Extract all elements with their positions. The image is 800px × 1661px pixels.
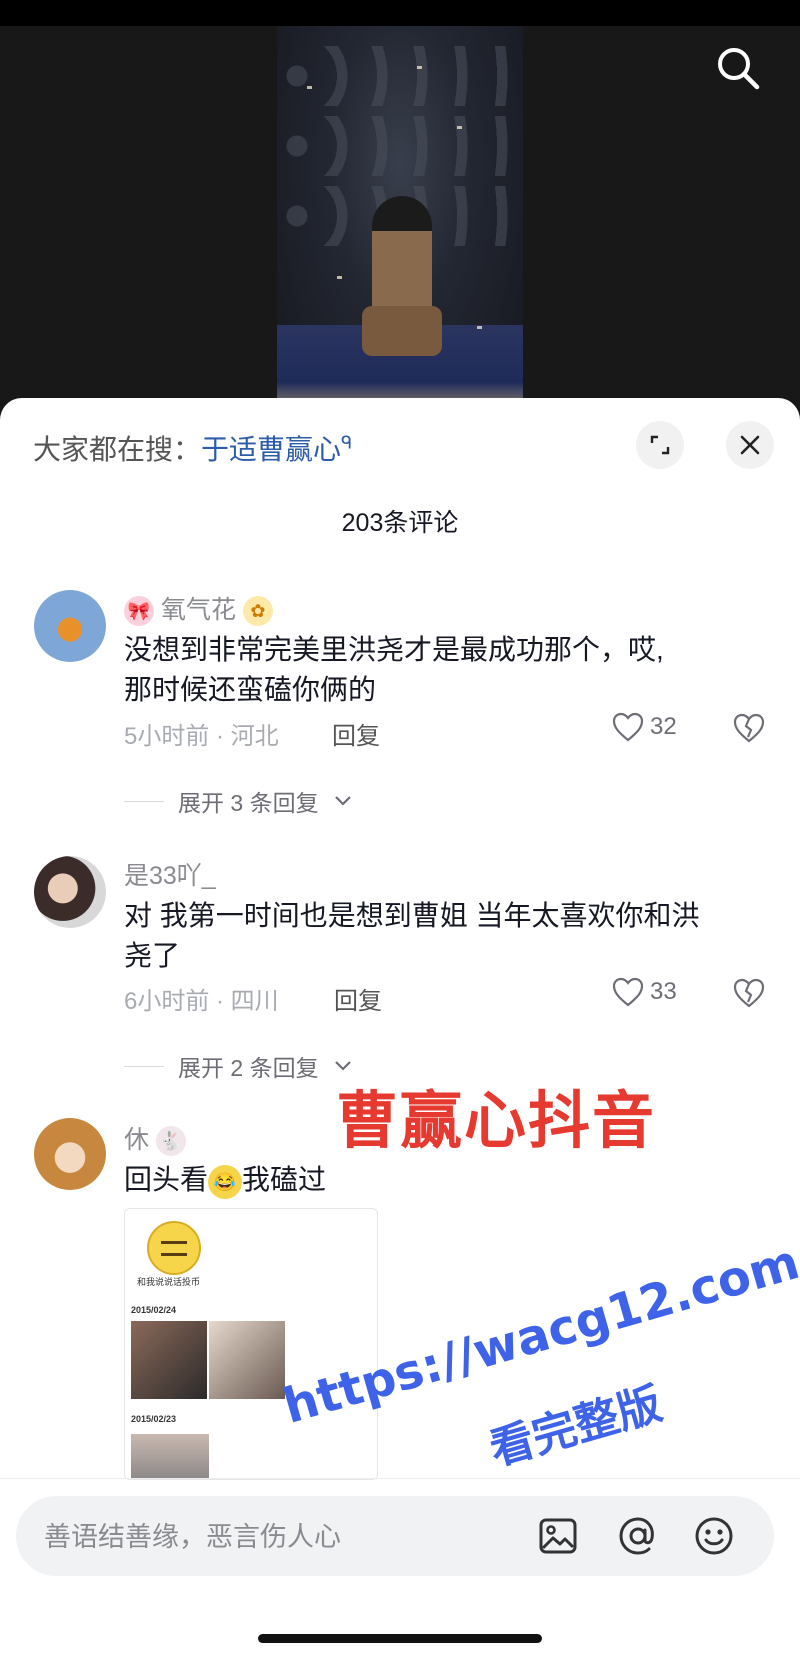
expand-replies-label: 展开 2 条回复 xyxy=(178,1055,319,1081)
at-icon[interactable] xyxy=(616,1514,660,1558)
expand-replies-button[interactable]: 展开 2 条回复 xyxy=(124,1049,353,1083)
expressionless-face-icon xyxy=(147,1221,201,1275)
attachment-photo xyxy=(131,1434,209,1479)
like-count: 33 xyxy=(650,978,677,1005)
seated-person-legs xyxy=(362,306,442,356)
broken-heart-icon[interactable] xyxy=(733,713,765,747)
comment-text-line: 那时候还蛮磕你俩的 xyxy=(124,674,377,705)
like-button[interactable]: 33 xyxy=(612,977,677,1007)
comment-text-part: 我磕过 xyxy=(242,1164,327,1195)
comment-text-line: 没想到非常完美里洪尧才是最成功那个，哎, xyxy=(124,634,664,665)
comment-input-bar xyxy=(16,1496,774,1578)
status-bar xyxy=(0,0,800,26)
hot-search-bar[interactable]: 大家都在搜：于适曹赢心ᑫ xyxy=(33,428,352,468)
comment-text-part: 回头看 xyxy=(124,1164,209,1195)
home-indicator[interactable] xyxy=(258,1634,542,1643)
comment-text: 没想到非常完美里洪尧才是最成功那个，哎, 那时候还蛮磕你俩的 xyxy=(124,630,764,710)
comment-text: 对 我第一时间也是想到曹姐 当年太喜欢你和洪 尧了 xyxy=(124,896,764,976)
search-icon[interactable] xyxy=(714,44,762,92)
expand-replies-button[interactable]: 展开 3 条回复 xyxy=(124,784,353,818)
hot-search-term[interactable]: 于适曹赢心 xyxy=(201,434,341,465)
comment-count-title: 203条评论 xyxy=(341,509,459,537)
rabbit-emoji-icon: 🐇 xyxy=(155,1126,186,1157)
avatar[interactable] xyxy=(34,856,106,928)
avatar[interactable] xyxy=(34,1118,106,1190)
attachment-caption: 和我说说话投币 xyxy=(137,1277,201,1287)
comment-meta: 5小时前 · 河北 xyxy=(124,723,279,750)
comment-meta: 6小时前 · 四川 xyxy=(124,988,279,1015)
comment-text: 回头看 😂 我磕过 xyxy=(124,1160,764,1200)
attachment-date: 2015/02/24 xyxy=(131,1305,177,1315)
divider-line xyxy=(124,800,164,802)
comment-sheet xyxy=(0,398,800,1661)
hot-search-icon: ᑫ xyxy=(341,432,353,453)
attachment-photo xyxy=(131,1321,207,1399)
comment-author[interactable]: 休 🐇 xyxy=(124,1120,186,1157)
broken-heart-icon[interactable] xyxy=(733,978,765,1012)
watermark-title: 曹赢心抖音 xyxy=(336,1084,657,1157)
like-count: 32 xyxy=(650,713,677,740)
comment-author-name: 休 xyxy=(124,1126,150,1154)
confetti xyxy=(477,326,482,329)
video-player[interactable] xyxy=(0,0,800,420)
confetti xyxy=(457,126,462,129)
expand-replies-label: 展开 3 条回复 xyxy=(178,790,319,816)
chevron-down-icon xyxy=(334,796,351,806)
ribbon-emoji-icon: 🎀 xyxy=(124,596,154,627)
like-button[interactable]: 32 xyxy=(612,712,677,742)
comment-author-name[interactable]: 是33吖_ xyxy=(124,856,216,892)
comment-image-attachment[interactable]: 和我说说话投币 2015/02/24 2015/02/23 xyxy=(124,1208,378,1480)
reply-button[interactable]: 回复 xyxy=(334,981,382,1016)
crowd-background xyxy=(277,116,523,176)
reply-button[interactable]: 回复 xyxy=(332,716,380,751)
heart-icon xyxy=(612,712,644,742)
smile-icon[interactable] xyxy=(692,1514,736,1558)
expand-icon[interactable] xyxy=(636,421,684,469)
comment-author-name: 氧气花 xyxy=(160,596,236,624)
attachment-photo xyxy=(209,1321,285,1399)
heart-icon xyxy=(612,977,644,1007)
hot-search-label: 大家都在搜： xyxy=(33,434,202,465)
confetti xyxy=(337,276,342,279)
video-frame[interactable] xyxy=(277,26,523,420)
comment-author[interactable]: 🎀 氧气花 ✿ xyxy=(124,590,273,627)
input-divider xyxy=(0,1478,800,1479)
confetti xyxy=(417,66,422,69)
divider-line xyxy=(124,1065,164,1067)
attachment-date: 2015/02/23 xyxy=(131,1414,177,1424)
crying-laughing-emoji-icon: 😂 xyxy=(208,1164,243,1199)
comment-input[interactable] xyxy=(42,1496,516,1578)
image-icon[interactable] xyxy=(536,1514,580,1558)
confetti xyxy=(307,86,312,89)
comment-text-line: 对 我第一时间也是想到曹姐 当年太喜欢你和洪 xyxy=(124,900,700,931)
comment-text-line: 尧了 xyxy=(124,940,181,971)
close-icon[interactable] xyxy=(726,421,774,469)
bouquet-emoji-icon: ✿ xyxy=(242,596,273,627)
avatar[interactable] xyxy=(34,590,106,662)
crowd-background xyxy=(277,46,523,106)
